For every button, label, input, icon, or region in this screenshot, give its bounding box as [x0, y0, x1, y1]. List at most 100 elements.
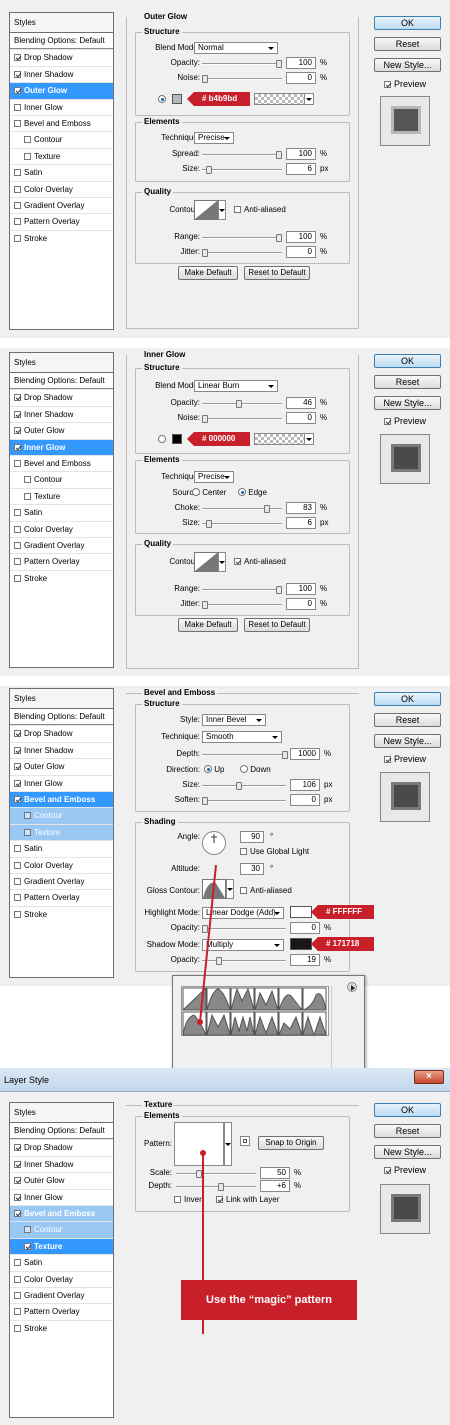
sidebar-item-outer-glow[interactable]: Outer Glow: [10, 82, 113, 99]
sidebar-item-gradient-overlay[interactable]: Gradient Overlay: [10, 196, 113, 213]
new-preset-icon[interactable]: [240, 1136, 250, 1146]
checkbox[interactable]: [14, 218, 21, 226]
sidebar-item-stroke[interactable]: Stroke: [10, 1319, 113, 1336]
glow-color-swatch[interactable]: [172, 94, 182, 104]
new-style-button[interactable]: New Style...: [374, 396, 441, 410]
checkbox[interactable]: [240, 887, 247, 894]
checkbox[interactable]: [14, 1308, 21, 1316]
checkbox[interactable]: [14, 525, 21, 533]
spread-input[interactable]: 100: [286, 148, 316, 160]
gradient-dropdown[interactable]: [304, 433, 314, 445]
sidebar-item-blending-options[interactable]: Blending Options: Default: [10, 373, 113, 390]
checkbox[interactable]: [14, 558, 21, 566]
noise-input[interactable]: 0: [286, 72, 316, 84]
checkbox[interactable]: [14, 103, 21, 111]
checkbox[interactable]: [14, 1177, 21, 1185]
size-slider[interactable]: [202, 520, 282, 528]
scale-input[interactable]: 50: [260, 1167, 290, 1179]
checkbox[interactable]: [14, 541, 21, 549]
sidebar-item-inner-shadow[interactable]: Inner Shadow: [10, 741, 113, 758]
source-center-radio[interactable]: Center: [192, 488, 226, 498]
checkbox[interactable]: [14, 861, 21, 869]
sidebar-item-inner-shadow[interactable]: Inner Shadow: [10, 405, 113, 422]
angle-input[interactable]: 90: [240, 831, 264, 843]
opacity-slider[interactable]: [202, 60, 282, 68]
ok-button[interactable]: OK: [374, 1103, 441, 1117]
style-select[interactable]: Inner Bevel: [202, 714, 266, 726]
checkbox[interactable]: [14, 1160, 21, 1168]
radio[interactable]: [204, 765, 212, 773]
sidebar-item-drop-shadow[interactable]: Drop Shadow: [10, 725, 113, 741]
noise-input[interactable]: 0: [286, 412, 316, 424]
sidebar-item-satin[interactable]: Satin: [10, 1254, 113, 1270]
gradient-picker[interactable]: [254, 93, 306, 105]
use-global-light-checkbox[interactable]: Use Global Light: [240, 847, 309, 857]
sidebar-item-gradient-overlay[interactable]: Gradient Overlay: [10, 872, 113, 889]
checkbox[interactable]: [234, 206, 241, 213]
blend-mode-select[interactable]: Normal: [194, 42, 278, 54]
technique-select[interactable]: Smooth: [202, 731, 282, 743]
sidebar-item-outer-glow[interactable]: Outer Glow: [10, 1172, 113, 1188]
blend-mode-select[interactable]: Linear Burn: [194, 380, 278, 392]
checkbox[interactable]: [14, 54, 21, 62]
sidebar-item-inner-glow[interactable]: Inner Glow: [10, 98, 113, 115]
slider-thumb[interactable]: [276, 60, 282, 68]
size-input[interactable]: 6: [286, 517, 316, 529]
jitter-input[interactable]: 0: [286, 598, 316, 610]
reset-button[interactable]: Reset: [374, 375, 441, 389]
gradient-dropdown[interactable]: [304, 93, 314, 105]
reset-to-default-button[interactable]: Reset to Default: [244, 618, 310, 632]
altitude-input[interactable]: 30: [240, 863, 264, 875]
make-default-button[interactable]: Make Default: [178, 618, 238, 632]
highlight-opacity-input[interactable]: 0: [290, 922, 320, 934]
make-default-button[interactable]: Make Default: [178, 266, 238, 280]
sidebar-item-bevel-emboss[interactable]: Bevel and Emboss: [10, 790, 113, 808]
checkbox[interactable]: [384, 418, 391, 425]
sidebar-item-gradient-overlay[interactable]: Gradient Overlay: [10, 1286, 113, 1303]
source-edge-radio[interactable]: Edge: [238, 488, 267, 498]
solid-color-radio[interactable]: [158, 95, 166, 103]
checkbox[interactable]: [14, 877, 21, 885]
sidebar-item-blending-options[interactable]: Blending Options: Default: [10, 709, 113, 726]
checkbox[interactable]: [14, 910, 21, 918]
size-input[interactable]: 6: [286, 163, 316, 175]
reset-button[interactable]: Reset: [374, 37, 441, 51]
depth-slider[interactable]: [202, 751, 288, 759]
anti-aliased-checkbox[interactable]: Anti-aliased: [240, 886, 292, 896]
checkbox[interactable]: [14, 119, 21, 127]
range-input[interactable]: 100: [286, 583, 316, 595]
checkbox[interactable]: [24, 812, 31, 820]
sidebar-item-contour[interactable]: Contour: [10, 1221, 113, 1238]
new-style-button[interactable]: New Style...: [374, 734, 441, 748]
checkbox[interactable]: [14, 427, 21, 435]
snap-to-origin-button[interactable]: Snap to Origin: [258, 1136, 324, 1150]
checkbox[interactable]: [14, 795, 21, 803]
scale-slider[interactable]: [176, 1170, 256, 1178]
technique-select[interactable]: Precise: [194, 471, 234, 483]
reset-button[interactable]: Reset: [374, 713, 441, 727]
glow-color-swatch[interactable]: [172, 434, 182, 444]
noise-slider[interactable]: [202, 75, 282, 83]
checkbox[interactable]: [14, 1209, 21, 1217]
sidebar-item-bevel-emboss[interactable]: Bevel and Emboss: [10, 454, 113, 471]
checkbox[interactable]: [24, 136, 31, 144]
depth-input[interactable]: 1000: [290, 748, 320, 760]
checkbox[interactable]: [14, 1275, 21, 1283]
sidebar-item-inner-shadow[interactable]: Inner Shadow: [10, 65, 113, 82]
noise-slider[interactable]: [202, 415, 282, 423]
checkbox[interactable]: [24, 476, 31, 484]
preview-checkbox[interactable]: Preview: [384, 754, 426, 764]
checkbox[interactable]: [14, 1291, 21, 1299]
sidebar-item-stroke[interactable]: Stroke: [10, 905, 113, 922]
contour-dropdown[interactable]: [218, 552, 226, 572]
sidebar-item-texture[interactable]: Texture: [10, 487, 113, 504]
checkbox[interactable]: [14, 169, 21, 177]
checkbox[interactable]: [14, 730, 21, 738]
checkbox[interactable]: [240, 848, 247, 855]
slider-thumb[interactable]: [206, 166, 212, 174]
sidebar-item-stroke[interactable]: Stroke: [10, 229, 113, 246]
preview-checkbox[interactable]: Preview: [384, 416, 426, 426]
slider-thumb[interactable]: [276, 586, 282, 594]
checkbox[interactable]: [14, 185, 21, 193]
sidebar-item-blending-options[interactable]: Blending Options: Default: [10, 33, 113, 50]
